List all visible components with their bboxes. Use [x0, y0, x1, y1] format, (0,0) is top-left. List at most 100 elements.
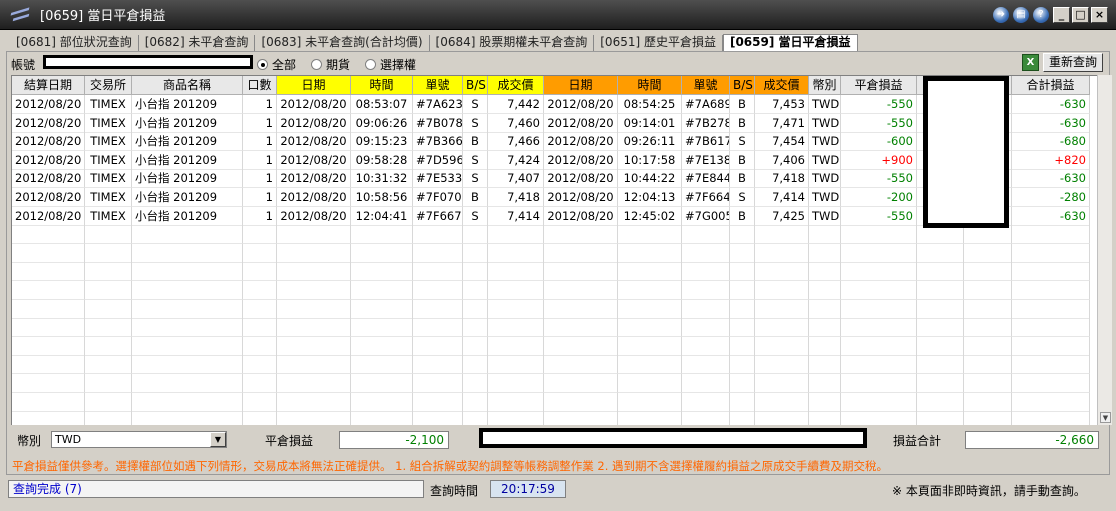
table-cell — [841, 262, 917, 282]
table-cell — [85, 374, 132, 393]
table-cell — [351, 318, 413, 338]
table-cell — [132, 281, 243, 300]
radio-futures[interactable]: 期貨 — [311, 56, 350, 73]
refresh-button[interactable]: 重新查詢 — [1043, 53, 1103, 72]
table-cell — [682, 262, 730, 282]
vertical-scrollbar[interactable]: ▼ — [1097, 75, 1112, 425]
table-cell — [85, 281, 132, 300]
column-header[interactable]: B/S — [463, 76, 488, 95]
table-cell: #7E844 — [682, 169, 730, 189]
table-cell: +820 — [1012, 150, 1090, 170]
table-cell: S — [463, 206, 488, 226]
table-cell: 2012/08/20 — [544, 113, 618, 133]
table-cell — [964, 355, 1012, 375]
table-cell — [85, 299, 132, 319]
column-header[interactable]: 日期 — [544, 76, 618, 95]
column-header[interactable]: 合計損益 — [1012, 76, 1090, 95]
column-header[interactable]: 口數 — [243, 76, 277, 95]
table-cell: 08:54:25 — [618, 95, 682, 114]
table-cell — [463, 355, 488, 375]
column-header[interactable]: 時間 — [351, 76, 413, 95]
table-cell — [12, 374, 85, 393]
account-input[interactable] — [43, 55, 253, 69]
tab-0681[interactable]: [0681] 部位狀況查詢 — [10, 35, 139, 51]
table-cell: 2012/08/20 — [12, 132, 85, 152]
excel-export-icon[interactable]: X — [1022, 54, 1039, 71]
table-cell — [809, 281, 841, 300]
column-header[interactable]: 商品名稱 — [132, 76, 243, 95]
tab-0684[interactable]: [0684] 股票期權未平倉查詢 — [430, 35, 595, 51]
empty-row — [12, 318, 1097, 338]
column-header[interactable]: 交易所 — [85, 76, 132, 95]
help-icon[interactable]: ? — [1033, 7, 1049, 23]
table-cell: 2012/08/20 — [544, 188, 618, 207]
table-cell — [964, 262, 1012, 282]
arrow-icon[interactable]: ➜ — [993, 7, 1009, 23]
tab-0651[interactable]: [0651] 歷史平倉損益 — [594, 35, 723, 51]
column-header[interactable]: 平倉損益 — [841, 76, 917, 95]
scroll-down-icon[interactable]: ▼ — [1100, 412, 1111, 423]
table-cell: TIMEX — [85, 95, 132, 114]
column-header[interactable]: 成交價 — [755, 76, 809, 95]
table-cell — [618, 243, 682, 263]
table-cell — [243, 318, 277, 338]
table-cell — [755, 299, 809, 319]
table-cell: +900 — [841, 150, 917, 170]
table-cell — [841, 299, 917, 319]
table-cell: TIMEX — [85, 113, 132, 133]
column-header[interactable]: 單號 — [682, 76, 730, 95]
minimize-button[interactable]: _ — [1053, 7, 1070, 23]
table-cell: 7,424 — [488, 150, 544, 170]
currency-select[interactable]: TWD ▼ — [51, 431, 227, 448]
column-header[interactable]: 幣別 — [809, 76, 841, 95]
table-cell — [1012, 392, 1090, 412]
table-cell: 09:14:01 — [618, 113, 682, 133]
column-header[interactable]: 單號 — [413, 76, 463, 95]
table-cell — [730, 225, 755, 245]
table-cell: 2012/08/20 — [277, 132, 351, 152]
table-cell: 2012/08/20 — [12, 206, 85, 226]
table-cell — [544, 374, 618, 393]
tab-0683[interactable]: [0683] 未平倉查詢(合計均價) — [255, 35, 430, 51]
table-cell: 09:06:26 — [351, 113, 413, 133]
column-header[interactable]: B/S — [730, 76, 755, 95]
radio-options[interactable]: 選擇權 — [365, 56, 416, 73]
column-header[interactable]: 日期 — [277, 76, 351, 95]
maximize-button[interactable]: □ — [1072, 7, 1089, 23]
table-cell — [413, 392, 463, 412]
table-cell — [85, 318, 132, 338]
radio-all-label: 全部 — [272, 58, 297, 72]
table-cell — [730, 281, 755, 300]
column-header[interactable]: 成交價 — [488, 76, 544, 95]
table-cell: 1 — [243, 206, 277, 226]
column-header[interactable]: 時間 — [618, 76, 682, 95]
tab-0659[interactable]: [0659] 當日平倉損益 — [722, 34, 858, 51]
table-cell — [132, 225, 243, 245]
table-cell — [917, 281, 964, 300]
radio-all[interactable]: 全部 — [257, 56, 296, 73]
total-pl-value: -2,660 — [965, 431, 1099, 449]
table-cell: 7,407 — [488, 169, 544, 189]
table-cell: TWD — [809, 150, 841, 170]
table-cell — [132, 355, 243, 375]
column-header[interactable]: 結算日期 — [12, 76, 85, 95]
table-cell — [841, 336, 917, 356]
table-cell — [841, 392, 917, 412]
tab-0682[interactable]: [0682] 未平倉查詢 — [139, 35, 256, 51]
table-cell: B — [730, 150, 755, 170]
table-cell: 2012/08/20 — [12, 169, 85, 189]
empty-row — [12, 411, 1097, 425]
table-cell — [243, 262, 277, 282]
table-cell — [277, 318, 351, 338]
print-icon[interactable]: ▤ — [1013, 7, 1029, 23]
table-cell: #7B617 — [682, 132, 730, 152]
table-cell — [463, 411, 488, 425]
chevron-down-icon[interactable]: ▼ — [210, 432, 226, 447]
table-cell — [618, 299, 682, 319]
table-cell — [277, 225, 351, 245]
close-button[interactable]: × — [1091, 7, 1108, 23]
table-cell: -280 — [1012, 188, 1090, 207]
table-cell: 1 — [243, 132, 277, 152]
table-cell: 2012/08/20 — [12, 150, 85, 170]
table-cell — [85, 392, 132, 412]
